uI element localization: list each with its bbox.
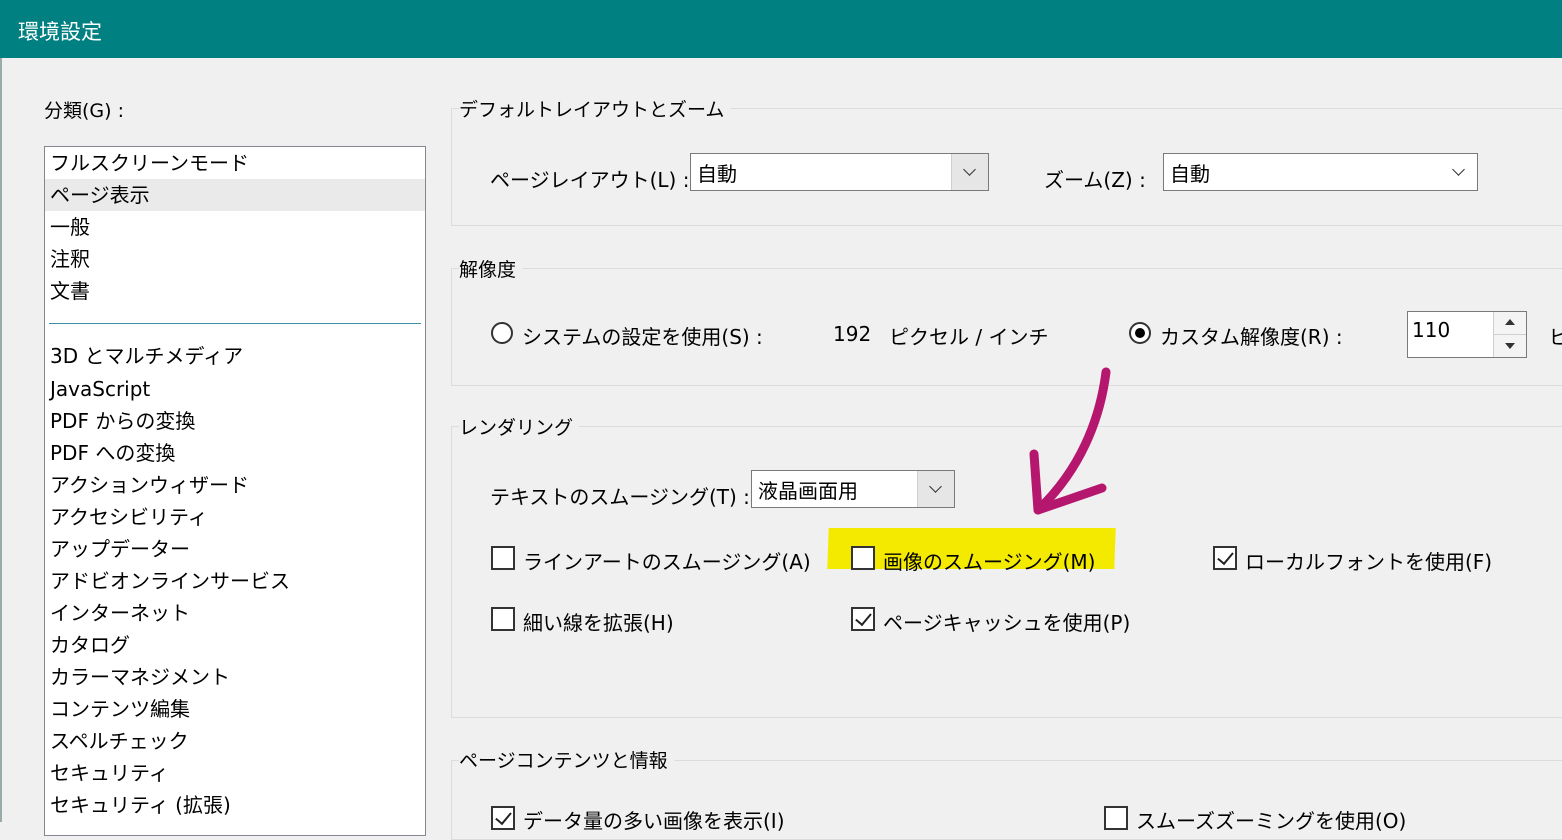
zoom-dropdown[interactable]: 自動 — [1163, 153, 1478, 191]
page-cache-label: ページキャッシュを使用(P) — [883, 611, 1131, 635]
category-item-content-editing[interactable]: コンテンツ編集 — [45, 693, 425, 725]
annotation-arrow-icon — [1029, 367, 1111, 515]
window-title: 環境設定 — [18, 20, 102, 44]
category-item-updater[interactable]: アップデーター — [45, 533, 425, 565]
custom-resolution-label: カスタム解像度(R) : — [1160, 325, 1343, 349]
system-resolution-value: 192 — [833, 322, 872, 346]
category-item-page-display[interactable]: ページ表示 — [45, 179, 425, 211]
category-item-javascript[interactable]: JavaScript — [45, 373, 425, 405]
spin-down-icon[interactable] — [1493, 335, 1526, 357]
page-cache-checkbox[interactable] — [851, 607, 875, 631]
category-item-3d-multimedia[interactable]: 3D とマルチメディア — [45, 340, 425, 372]
category-item-internet[interactable]: インターネット — [45, 597, 425, 629]
system-resolution-radio[interactable] — [491, 322, 513, 344]
system-resolution-unit: ピクセル / インチ — [889, 325, 1049, 349]
line-art-smoothing-checkbox[interactable] — [491, 546, 515, 570]
category-item-spelling[interactable]: スペルチェック — [45, 725, 425, 757]
chevron-down-icon[interactable] — [917, 471, 954, 507]
page-layout-value: 自動 — [697, 162, 737, 186]
category-item-action-wizard[interactable]: アクションウィザード — [45, 469, 425, 501]
image-smoothing-checkbox[interactable] — [851, 546, 875, 570]
resolution-title: 解像度 — [459, 255, 523, 282]
layout-zoom-title: デフォルトレイアウトとズーム — [459, 95, 731, 122]
window-border — [0, 58, 2, 822]
category-item-convert-to-pdf[interactable]: PDF への変換 — [45, 437, 425, 469]
category-item-convert-from-pdf[interactable]: PDF からの変換 — [45, 405, 425, 437]
title-bar: 環境設定 — [0, 0, 1562, 58]
category-list[interactable]: フルスクリーンモード ページ表示 一般 注釈 文書 3D とマルチメディア Ja… — [44, 146, 426, 836]
smooth-zoom-checkbox[interactable] — [1104, 806, 1128, 830]
category-item-general[interactable]: 一般 — [45, 211, 425, 243]
custom-resolution-value: 110 — [1412, 318, 1451, 342]
zoom-value: 自動 — [1170, 162, 1210, 186]
large-images-label: データ量の多い画像を表示(I) — [523, 809, 785, 833]
text-smoothing-label: テキストのスムージング(T) : — [490, 485, 750, 509]
thin-lines-checkbox[interactable] — [491, 607, 515, 631]
category-item-comments[interactable]: 注釈 — [45, 243, 425, 275]
custom-resolution-radio[interactable] — [1129, 322, 1151, 344]
category-label: 分類(G) : — [44, 100, 124, 122]
checkmark-icon — [1217, 547, 1234, 566]
category-item-adobe-online-services[interactable]: アドビオンラインサービス — [45, 565, 425, 597]
checkmark-icon — [495, 807, 512, 826]
text-smoothing-value: 液晶画面用 — [758, 479, 858, 503]
category-item-color-management[interactable]: カラーマネジメント — [45, 661, 425, 693]
spin-up-icon[interactable] — [1493, 312, 1526, 335]
page-content-title: ページコンテンツと情報 — [459, 746, 674, 773]
category-item-accessibility[interactable]: アクセシビリティ — [45, 501, 425, 533]
category-separator — [49, 323, 421, 324]
line-art-smoothing-label: ラインアートのスムージング(A) — [523, 550, 811, 574]
page-layout-dropdown[interactable]: 自動 — [690, 153, 989, 191]
large-images-checkbox[interactable] — [491, 806, 515, 830]
category-item-fullscreen[interactable]: フルスクリーンモード — [45, 147, 425, 179]
thin-lines-label: 細い線を拡張(H) — [523, 611, 674, 635]
category-item-security[interactable]: セキュリティ — [45, 757, 425, 789]
local-fonts-label: ローカルフォントを使用(F) — [1245, 550, 1493, 574]
category-item-documents[interactable]: 文書 — [45, 275, 425, 307]
system-resolution-label: システムの設定を使用(S) : — [522, 325, 763, 349]
checkmark-icon — [855, 608, 872, 627]
smooth-zoom-label: スムーズズーミングを使用(O) — [1136, 809, 1407, 833]
custom-resolution-unit: ピ — [1549, 325, 1562, 349]
text-smoothing-dropdown[interactable]: 液晶画面用 — [751, 470, 955, 508]
image-smoothing-label: 画像のスムージング(M) — [883, 550, 1096, 574]
zoom-label: ズーム(Z) : — [1044, 168, 1146, 192]
chevron-down-icon[interactable] — [1441, 154, 1477, 190]
local-fonts-checkbox[interactable] — [1213, 546, 1237, 570]
radio-selected-dot — [1135, 328, 1145, 338]
chevron-down-icon[interactable] — [951, 154, 988, 190]
rendering-title: レンダリング — [459, 413, 580, 440]
page-layout-label: ページレイアウト(L) : — [490, 168, 690, 192]
category-item-security-enhanced[interactable]: セキュリティ (拡張) — [45, 789, 425, 821]
category-item-catalog[interactable]: カタログ — [45, 629, 425, 661]
custom-resolution-spinner[interactable]: 110 — [1407, 311, 1527, 358]
